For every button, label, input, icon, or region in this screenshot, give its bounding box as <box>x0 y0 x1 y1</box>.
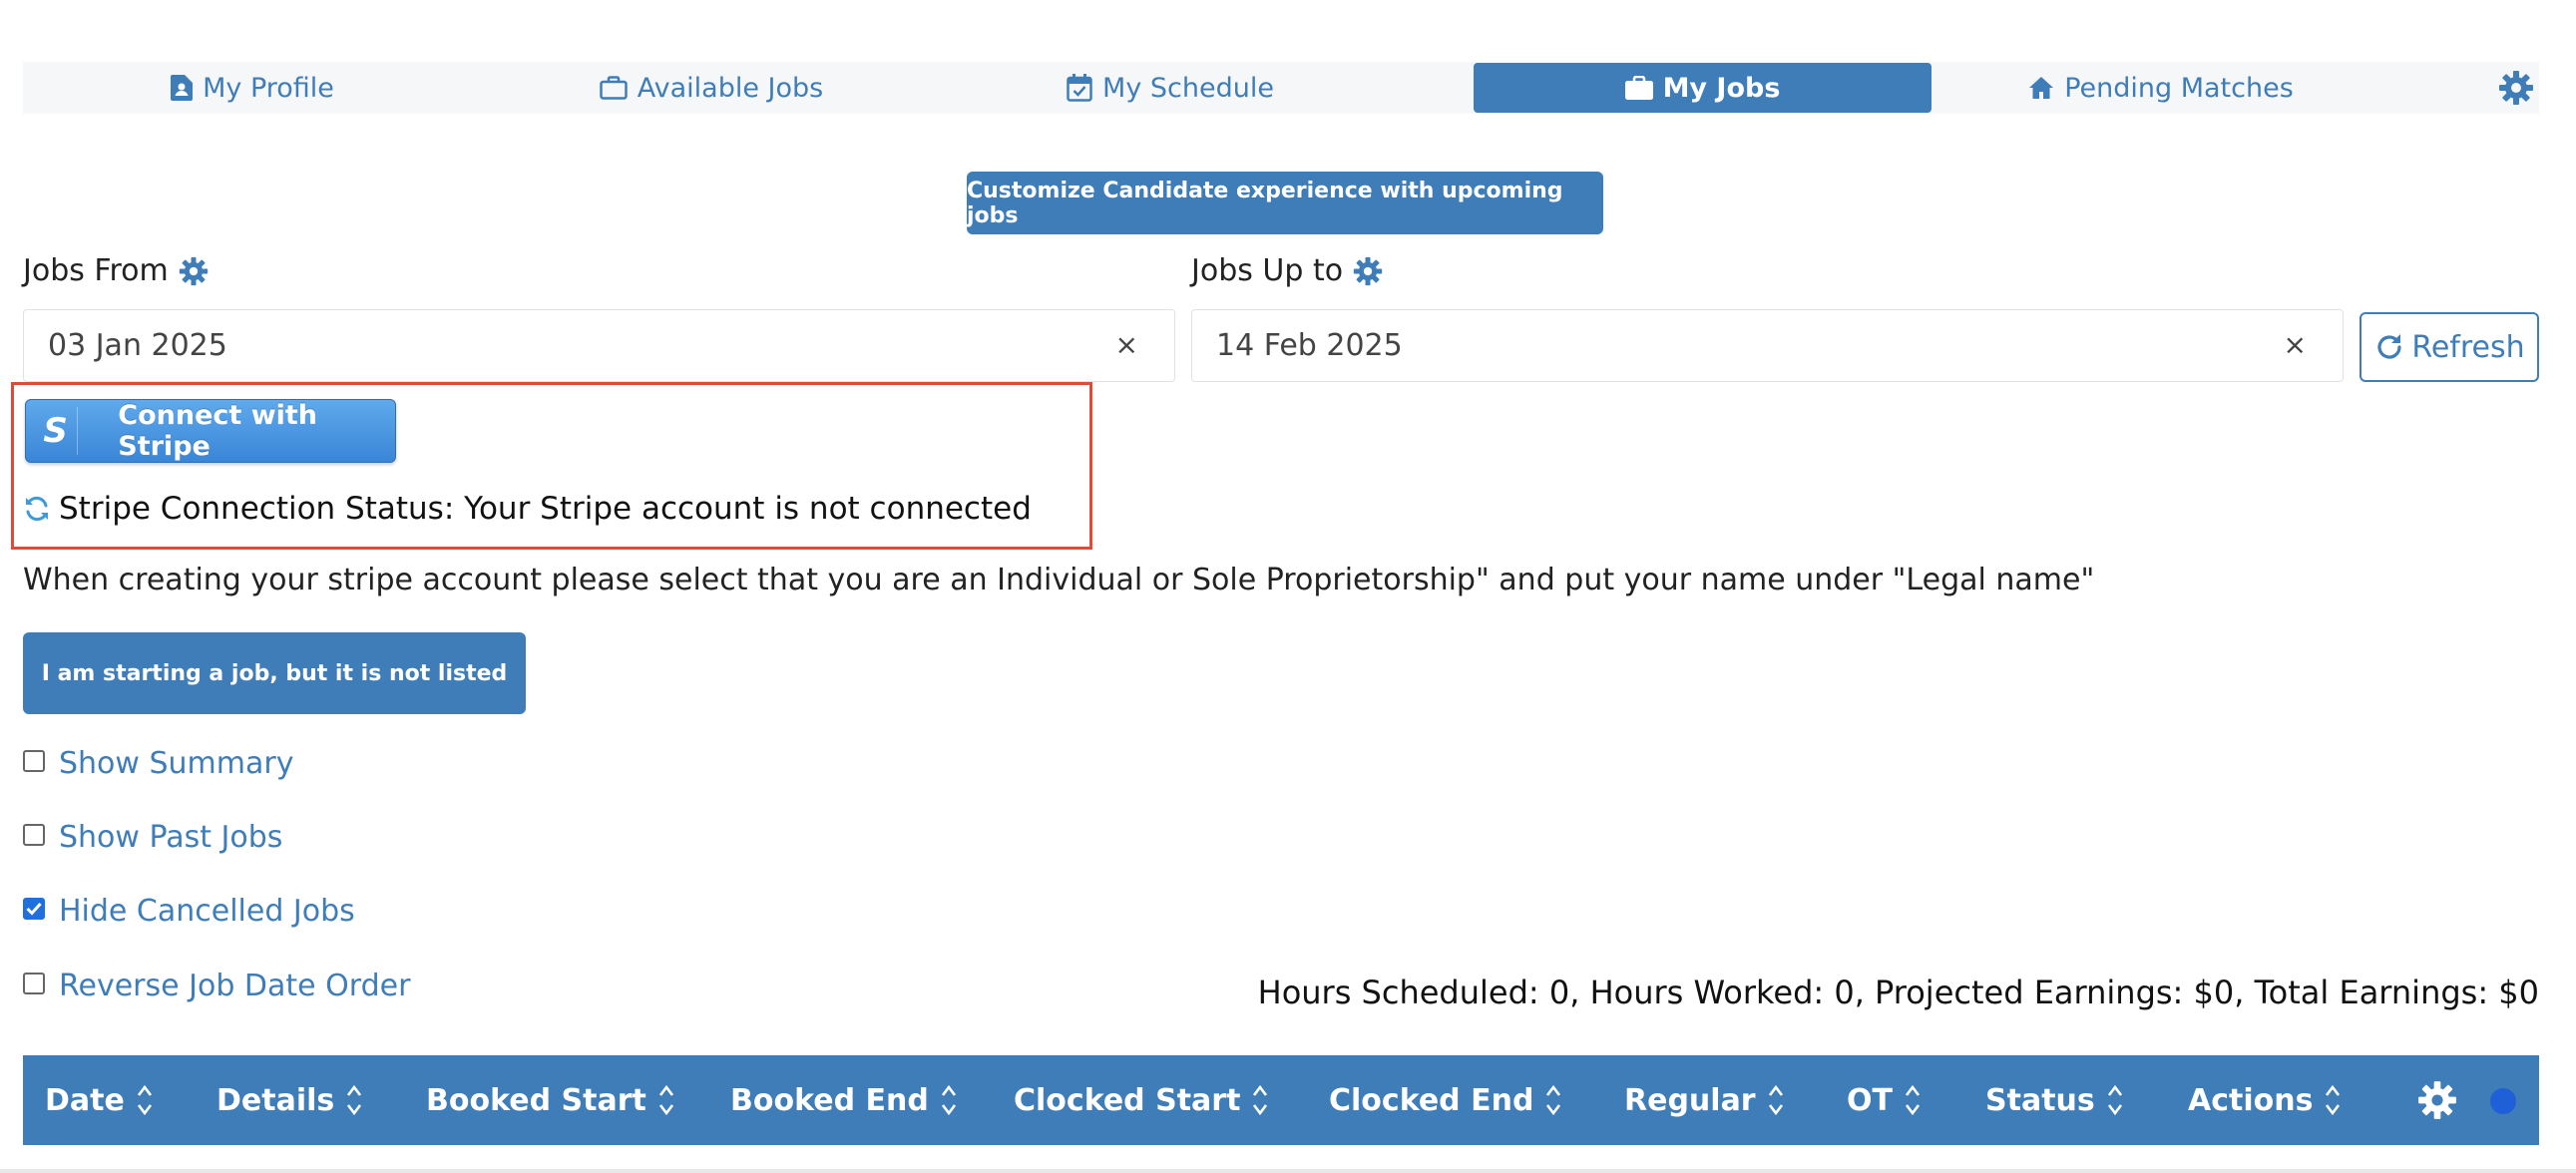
table-settings-gear-icon[interactable] <box>2417 1080 2457 1120</box>
customize-candidate-experience-button[interactable]: Customize Candidate experience with upco… <box>967 172 1603 234</box>
nav-tab-pending-matches[interactable]: Pending Matches <box>1932 62 2390 114</box>
briefcase-solid-icon <box>1624 76 1653 100</box>
jobs-from-date-value: 03 Jan 2025 <box>48 328 227 363</box>
connect-with-stripe-label: Connect with Stripe <box>118 400 318 462</box>
nav-tab-label: Available Jobs <box>637 72 824 104</box>
stripe-instruction-text: When creating your stripe account please… <box>23 563 2095 597</box>
hide-cancelled-jobs-label[interactable]: Hide Cancelled Jobs <box>59 894 355 929</box>
column-header-label: Clocked End <box>1329 1082 1534 1118</box>
column-header-regular[interactable]: Regular <box>1624 1055 1784 1145</box>
jobs-from-label: Jobs From <box>23 253 169 288</box>
option-reverse-job-date-order: Reverse Job Date Order <box>23 969 410 1003</box>
connect-with-stripe-button[interactable]: S Connect with Stripe <box>25 399 396 463</box>
refresh-icon <box>2373 331 2405 363</box>
info-dot-icon[interactable] <box>2490 1088 2516 1114</box>
column-header-date[interactable]: Date <box>45 1055 153 1145</box>
home-icon <box>2028 76 2054 100</box>
gear-icon[interactable] <box>179 256 209 286</box>
start-unlisted-job-button[interactable]: I am starting a job, but it is not liste… <box>23 632 526 714</box>
column-header-clocked-start[interactable]: Clocked Start <box>1014 1055 1268 1145</box>
nav-tab-label: My Profile <box>203 72 334 104</box>
column-header-actions[interactable]: Actions <box>2188 1055 2341 1145</box>
clear-icon[interactable]: × <box>1115 328 1138 361</box>
nav-tab-label: My Schedule <box>1102 72 1274 104</box>
jobs-table-header: Date Details Booked Start Booked End Clo… <box>23 1055 2539 1145</box>
refresh-button[interactable]: Refresh <box>2360 312 2539 382</box>
column-header-label: Date <box>45 1082 125 1118</box>
top-nav: My Profile Available Jobs My Schedule My… <box>23 62 2539 114</box>
gear-icon[interactable] <box>2498 70 2534 106</box>
column-header-booked-end[interactable]: Booked End <box>730 1055 957 1145</box>
show-summary-checkbox[interactable] <box>23 749 45 772</box>
sort-icon <box>1545 1083 1561 1117</box>
sort-icon <box>658 1083 674 1117</box>
nav-tab-available-jobs[interactable]: Available Jobs <box>482 62 941 114</box>
column-header-clocked-end[interactable]: Clocked End <box>1329 1055 1561 1145</box>
clear-icon[interactable]: × <box>2284 328 2307 361</box>
column-header-label: Booked End <box>730 1082 929 1118</box>
sort-icon <box>1252 1083 1268 1117</box>
jobs-up-to-date-input[interactable]: 14 Feb 2025 × <box>1191 309 2344 382</box>
option-hide-cancelled-jobs: Hide Cancelled Jobs <box>23 894 355 929</box>
sort-icon <box>2107 1083 2123 1117</box>
reverse-job-date-order-checkbox[interactable] <box>23 972 45 994</box>
sort-icon <box>1905 1083 1921 1117</box>
stripe-s-icon: S <box>34 407 79 455</box>
column-header-status[interactable]: Status <box>1985 1055 2123 1145</box>
stripe-status-text: Stripe Connection Status: Your Stripe ac… <box>59 491 1032 527</box>
stripe-connection-status: Stripe Connection Status: Your Stripe ac… <box>23 491 1032 527</box>
column-header-label: Booked Start <box>426 1082 646 1118</box>
column-header-details[interactable]: Details <box>216 1055 362 1145</box>
column-header-ot[interactable]: OT <box>1847 1055 1921 1145</box>
nav-tab-label: Pending Matches <box>2064 72 2294 104</box>
column-header-label: Regular <box>1624 1082 1756 1118</box>
column-header-label: Status <box>1985 1082 2095 1118</box>
hide-cancelled-jobs-checkbox[interactable] <box>23 897 45 920</box>
profile-document-icon <box>171 75 194 101</box>
nav-tab-label: My Jobs <box>1662 72 1781 104</box>
sort-icon <box>1768 1083 1784 1117</box>
column-header-booked-start[interactable]: Booked Start <box>426 1055 674 1145</box>
jobs-up-to-label-row: Jobs Up to <box>1191 253 1383 288</box>
jobs-up-to-date-value: 14 Feb 2025 <box>1216 328 1403 363</box>
jobs-up-to-label: Jobs Up to <box>1191 253 1344 288</box>
nav-tab-my-profile[interactable]: My Profile <box>23 62 482 114</box>
reverse-job-date-order-label[interactable]: Reverse Job Date Order <box>59 969 410 1003</box>
sort-icon <box>2325 1083 2341 1117</box>
calendar-check-icon <box>1067 74 1092 102</box>
show-past-jobs-checkbox[interactable] <box>23 823 45 846</box>
earnings-summary: Hours Scheduled: 0, Hours Worked: 0, Pro… <box>1257 974 2539 1011</box>
nav-tab-my-schedule[interactable]: My Schedule <box>941 62 1400 114</box>
sort-icon <box>137 1083 153 1117</box>
option-show-past-jobs: Show Past Jobs <box>23 820 282 855</box>
column-header-label: Actions <box>2188 1082 2314 1118</box>
sort-icon <box>941 1083 957 1117</box>
bottom-divider <box>0 1169 2576 1173</box>
jobs-from-date-input[interactable]: 03 Jan 2025 × <box>23 309 1175 382</box>
column-header-label: Clocked Start <box>1014 1082 1241 1118</box>
sync-icon[interactable] <box>23 495 51 523</box>
show-past-jobs-label[interactable]: Show Past Jobs <box>59 820 282 855</box>
jobs-from-label-row: Jobs From <box>23 253 209 288</box>
column-header-label: Details <box>216 1082 335 1118</box>
show-summary-label[interactable]: Show Summary <box>59 746 293 781</box>
checkmark-icon <box>26 902 42 916</box>
option-show-summary: Show Summary <box>23 746 293 781</box>
refresh-label: Refresh <box>2411 329 2525 365</box>
nav-tab-my-jobs[interactable]: My Jobs <box>1474 63 1932 113</box>
gear-icon[interactable] <box>1353 256 1383 286</box>
briefcase-outline-icon <box>600 76 628 100</box>
column-header-label: OT <box>1847 1082 1893 1118</box>
sort-icon <box>346 1083 362 1117</box>
